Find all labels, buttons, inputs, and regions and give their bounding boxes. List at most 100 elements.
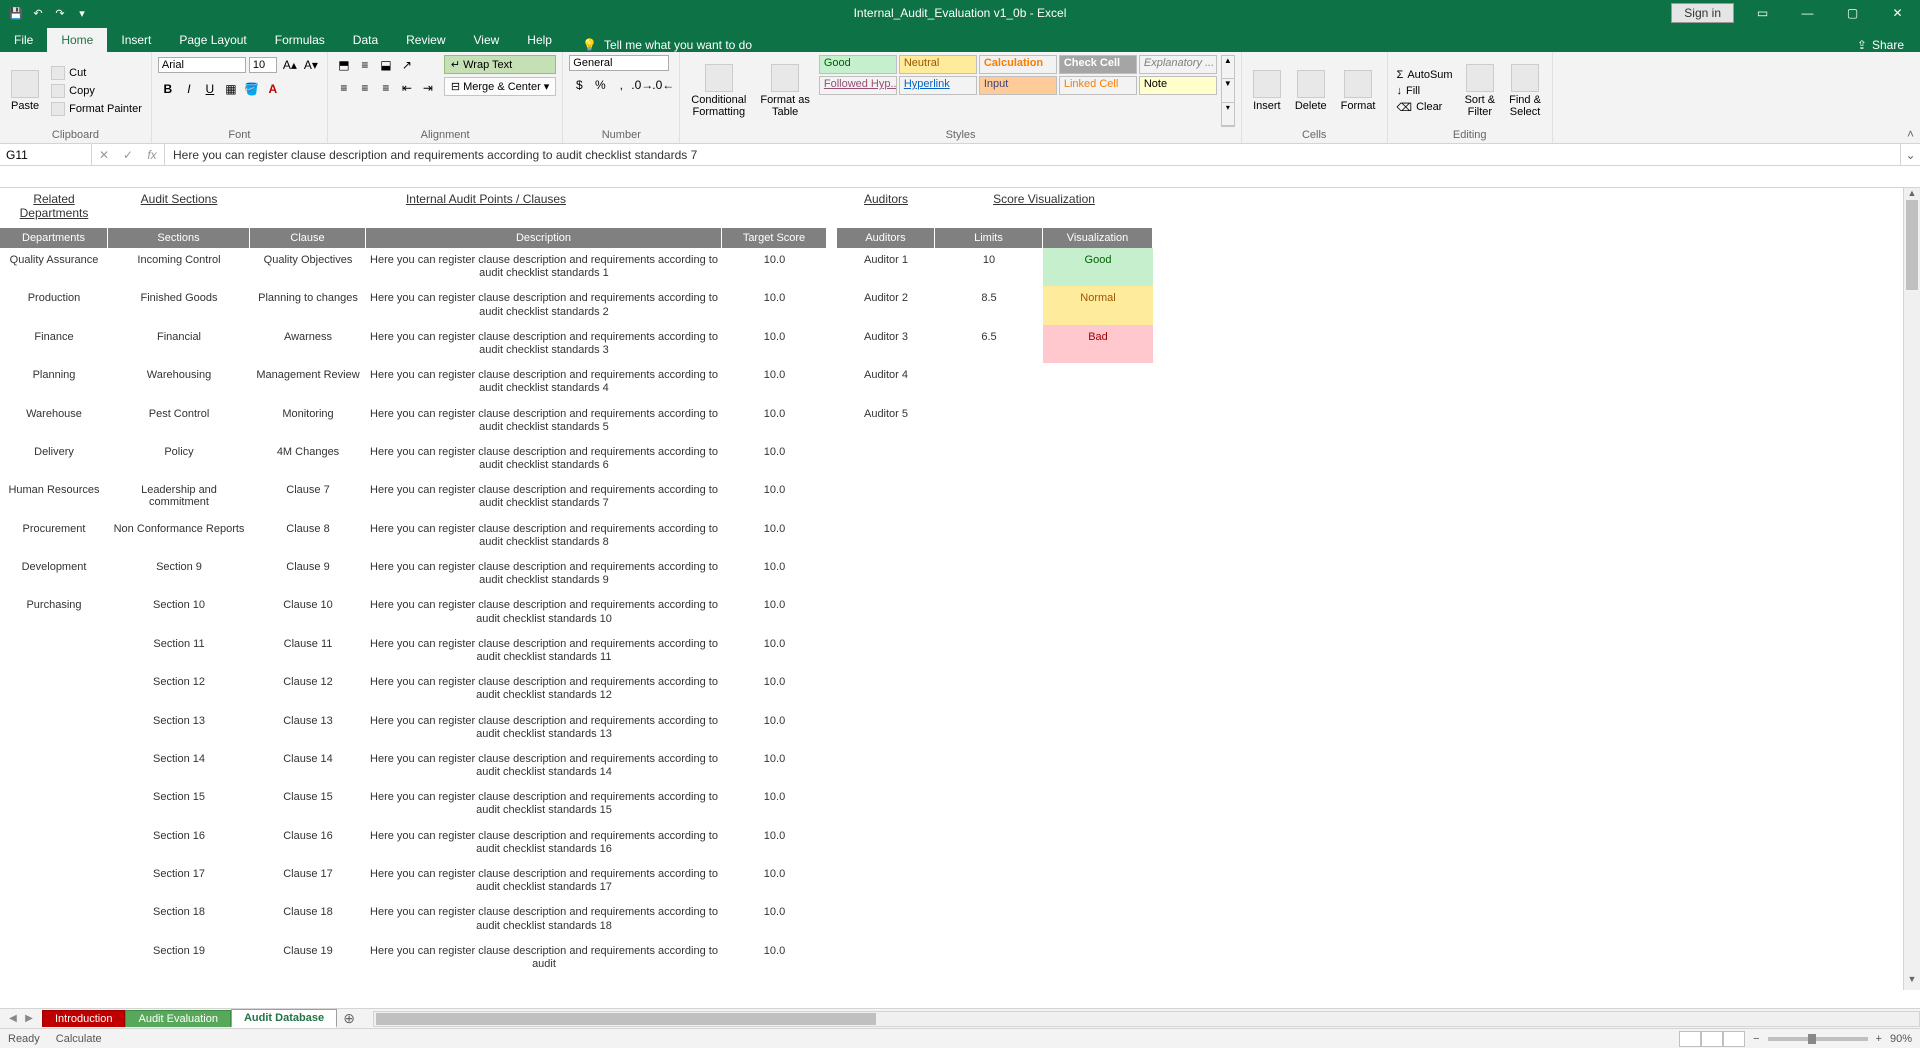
- align-middle-icon[interactable]: ≡: [355, 55, 375, 75]
- cell-target[interactable]: 10.0: [722, 478, 827, 516]
- cell-limit[interactable]: [935, 862, 1043, 900]
- cell-description[interactable]: Here you can register clause description…: [366, 555, 722, 593]
- cell-limit[interactable]: [935, 824, 1043, 862]
- enter-formula-icon[interactable]: ✓: [116, 148, 140, 162]
- cell-description[interactable]: Here you can register clause description…: [366, 747, 722, 785]
- percent-format-icon[interactable]: %: [590, 75, 610, 95]
- cell-target[interactable]: 10.0: [722, 325, 827, 363]
- cell-section[interactable]: Policy: [108, 440, 250, 478]
- group-header-departments[interactable]: Related Departments: [0, 192, 108, 220]
- cell-target[interactable]: 10.0: [722, 862, 827, 900]
- style-calculation[interactable]: Calculation: [979, 55, 1057, 74]
- collapse-ribbon-icon[interactable]: ˄: [1907, 127, 1914, 141]
- cell-department[interactable]: [0, 632, 108, 670]
- borders-button[interactable]: ▦: [221, 79, 241, 99]
- cell-clause[interactable]: Clause 10: [250, 593, 366, 631]
- fill-button[interactable]: ↓Fill: [1394, 84, 1456, 98]
- cell-target[interactable]: 10.0: [722, 402, 827, 440]
- group-header-sections[interactable]: Audit Sections: [108, 192, 250, 220]
- style-check-cell[interactable]: Check Cell: [1059, 55, 1137, 74]
- cell-description[interactable]: Here you can register clause description…: [366, 517, 722, 555]
- cell-description[interactable]: Here you can register clause description…: [366, 709, 722, 747]
- cell-department[interactable]: Delivery: [0, 440, 108, 478]
- format-painter-button[interactable]: Format Painter: [48, 101, 145, 117]
- cell-section[interactable]: Financial: [108, 325, 250, 363]
- cell-visualization[interactable]: [1043, 824, 1153, 862]
- cell-section[interactable]: Section 17: [108, 862, 250, 900]
- decrease-font-icon[interactable]: A▾: [301, 55, 321, 75]
- cell-auditor[interactable]: Auditor 5: [837, 402, 935, 440]
- cell-clause[interactable]: Clause 16: [250, 824, 366, 862]
- maximize-icon[interactable]: ▢: [1830, 0, 1875, 26]
- cell-department[interactable]: Quality Assurance: [0, 248, 108, 286]
- cell-target[interactable]: 10.0: [722, 785, 827, 823]
- cell-section[interactable]: Warehousing: [108, 363, 250, 401]
- cell-target[interactable]: 10.0: [722, 747, 827, 785]
- font-color-button[interactable]: A: [263, 79, 283, 99]
- cell-description[interactable]: Here you can register clause description…: [366, 862, 722, 900]
- cell-description[interactable]: Here you can register clause description…: [366, 478, 722, 516]
- style-explanatory[interactable]: Explanatory ...: [1139, 55, 1217, 74]
- styles-down-icon[interactable]: ▼: [1222, 79, 1234, 102]
- cell-description[interactable]: Here you can register clause description…: [366, 785, 722, 823]
- italic-button[interactable]: I: [179, 79, 199, 99]
- table-row[interactable]: Section 16Clause 16Here you can register…: [0, 824, 1920, 862]
- table-row[interactable]: DevelopmentSection 9Clause 9Here you can…: [0, 555, 1920, 593]
- cell-section[interactable]: Section 10: [108, 593, 250, 631]
- cell-department[interactable]: Planning: [0, 363, 108, 401]
- table-row[interactable]: Section 19Clause 19Here you can register…: [0, 939, 1920, 977]
- cell-description[interactable]: Here you can register clause description…: [366, 325, 722, 363]
- cell-department[interactable]: [0, 747, 108, 785]
- save-icon[interactable]: 💾: [6, 3, 26, 23]
- cell-auditor[interactable]: [837, 824, 935, 862]
- table-row[interactable]: WarehousePest ControlMonitoringHere you …: [0, 402, 1920, 440]
- style-input[interactable]: Input: [979, 76, 1057, 95]
- cell-section[interactable]: Section 9: [108, 555, 250, 593]
- zoom-slider[interactable]: [1768, 1037, 1868, 1041]
- cell-auditor[interactable]: [837, 747, 935, 785]
- table-row[interactable]: Section 11Clause 11Here you can register…: [0, 632, 1920, 670]
- cell-limit[interactable]: 8.5: [935, 286, 1043, 324]
- cell-limit[interactable]: [935, 593, 1043, 631]
- cell-auditor[interactable]: Auditor 1: [837, 248, 935, 286]
- cell-section[interactable]: Section 12: [108, 670, 250, 708]
- cell-department[interactable]: [0, 709, 108, 747]
- tab-page-layout[interactable]: Page Layout: [165, 28, 260, 52]
- page-break-view-icon[interactable]: [1723, 1031, 1745, 1047]
- cell-department[interactable]: Development: [0, 555, 108, 593]
- style-note[interactable]: Note: [1139, 76, 1217, 95]
- cell-limit[interactable]: [935, 440, 1043, 478]
- style-neutral[interactable]: Neutral: [899, 55, 977, 74]
- cell-visualization[interactable]: Normal: [1043, 286, 1153, 324]
- cell-clause[interactable]: Management Review: [250, 363, 366, 401]
- cell-limit[interactable]: [935, 478, 1043, 516]
- number-format-select[interactable]: [569, 55, 669, 71]
- cut-button[interactable]: Cut: [48, 65, 145, 81]
- scroll-down-icon[interactable]: ▼: [1904, 974, 1920, 990]
- cell-visualization[interactable]: [1043, 939, 1153, 977]
- table-row[interactable]: DeliveryPolicy4M ChangesHere you can reg…: [0, 440, 1920, 478]
- group-header-viz[interactable]: Score Visualization: [935, 192, 1153, 220]
- table-row[interactable]: ProcurementNon Conformance ReportsClause…: [0, 517, 1920, 555]
- cell-section[interactable]: Incoming Control: [108, 248, 250, 286]
- cell-section[interactable]: Section 19: [108, 939, 250, 977]
- expand-formula-icon[interactable]: ⌄: [1900, 144, 1920, 165]
- cancel-formula-icon[interactable]: ✕: [92, 148, 116, 162]
- increase-indent-icon[interactable]: ⇥: [418, 78, 438, 98]
- cell-target[interactable]: 10.0: [722, 939, 827, 977]
- share-button[interactable]: ⇪ Share: [1857, 38, 1904, 52]
- sheet-tab-audit-database[interactable]: Audit Database: [231, 1009, 337, 1028]
- table-row[interactable]: PurchasingSection 10Clause 10Here you ca…: [0, 593, 1920, 631]
- zoom-in-icon[interactable]: +: [1876, 1033, 1882, 1045]
- cell-auditor[interactable]: [837, 900, 935, 938]
- cell-auditor[interactable]: [837, 517, 935, 555]
- cell-auditor[interactable]: [837, 670, 935, 708]
- cell-description[interactable]: Here you can register clause description…: [366, 939, 722, 977]
- cell-limit[interactable]: [935, 363, 1043, 401]
- cell-limit[interactable]: 10: [935, 248, 1043, 286]
- cell-description[interactable]: Here you can register clause description…: [366, 632, 722, 670]
- page-layout-view-icon[interactable]: [1701, 1031, 1723, 1047]
- cell-department[interactable]: [0, 670, 108, 708]
- cell-description[interactable]: Here you can register clause description…: [366, 286, 722, 324]
- cell-visualization[interactable]: Bad: [1043, 325, 1153, 363]
